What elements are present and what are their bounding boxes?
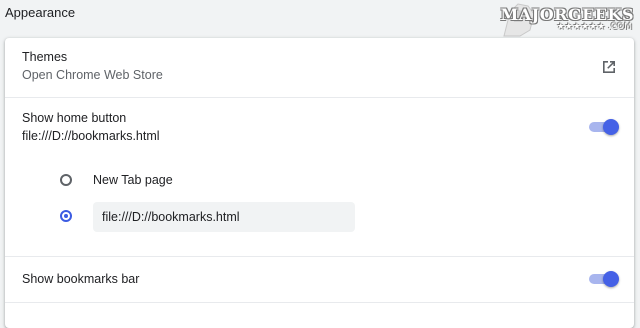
themes-row[interactable]: Themes Open Chrome Web Store xyxy=(5,38,634,98)
toggle-knob xyxy=(603,271,619,287)
new-tab-label[interactable]: New Tab page xyxy=(93,173,173,187)
divider xyxy=(5,302,634,303)
home-url-input[interactable] xyxy=(93,202,355,232)
bookmarks-bar-toggle[interactable] xyxy=(589,271,619,287)
bookmarks-bar-row: Show bookmarks bar xyxy=(5,257,634,303)
themes-sublabel[interactable]: Open Chrome Web Store xyxy=(22,68,163,82)
new-tab-radio[interactable] xyxy=(60,174,72,186)
custom-url-radio[interactable] xyxy=(60,210,72,222)
bookmarks-bar-label: Show bookmarks bar xyxy=(22,272,140,286)
section-title: Appearance xyxy=(5,5,76,20)
home-button-label: Show home button xyxy=(22,111,127,125)
majorgeeks-watermark: MAJORGEEKS ★★★★★★ .COM xyxy=(498,0,638,38)
home-button-toggle[interactable] xyxy=(589,119,619,135)
watermark-subtext: ★★★★★★ .COM xyxy=(556,22,632,32)
appearance-card: Themes Open Chrome Web Store Show home b… xyxy=(5,38,634,328)
themes-label: Themes xyxy=(22,50,68,64)
home-button-sublabel: file:///D://bookmarks.html xyxy=(22,129,160,143)
open-in-new-icon[interactable] xyxy=(600,58,618,76)
new-tab-option[interactable]: New Tab page xyxy=(5,168,634,192)
home-button-row: Show home button file:///D://bookmarks.h… xyxy=(5,98,634,158)
toggle-knob xyxy=(603,119,619,135)
custom-url-option[interactable] xyxy=(5,201,634,233)
